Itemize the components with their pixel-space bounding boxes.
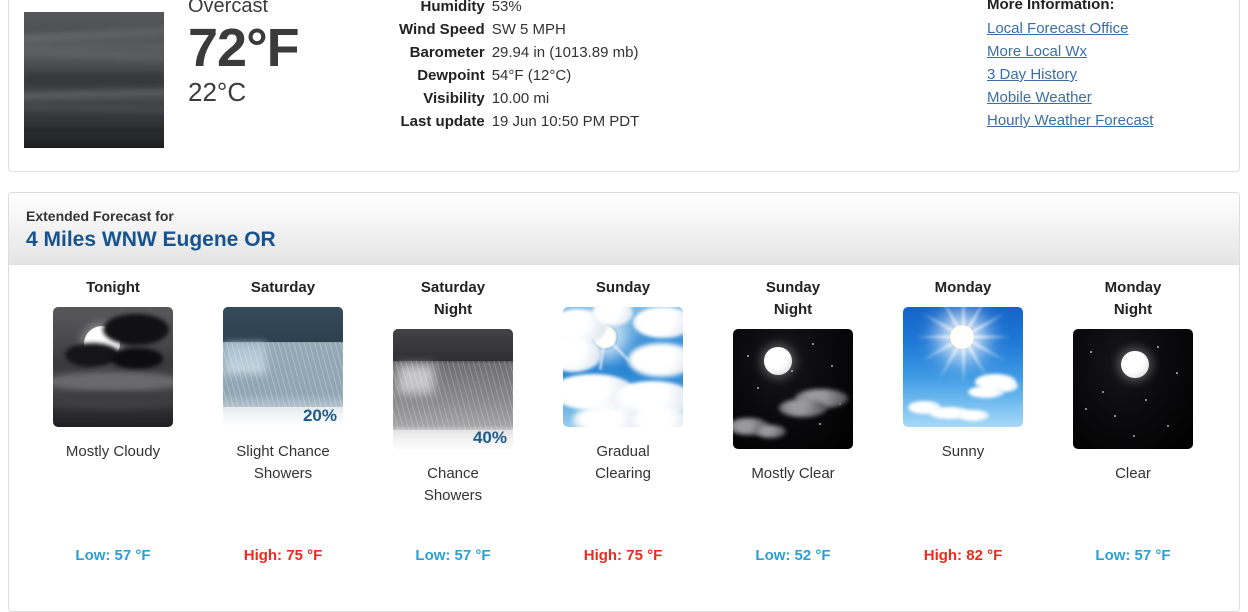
current-temperature-fahrenheit: 72°F <box>188 18 300 78</box>
night-mostly-cloudy-icon <box>53 307 173 427</box>
forecast-subtitle: Extended Forecast for <box>26 208 174 224</box>
day-name: Sunday Night <box>765 279 821 318</box>
forecast-day-sunday-night[interactable]: Sunday Night Mostly Clear Low: 52 °F <box>708 265 878 564</box>
more-information-section: More Information: Local Forecast Office … <box>987 0 1153 132</box>
day-description: Mostly Clear <box>751 465 835 482</box>
current-conditions-image <box>24 12 164 148</box>
day-temperature: Low: 52 °F <box>755 547 831 564</box>
night-clear-icon <box>1073 329 1193 449</box>
detail-value: SW 5 MPH <box>491 21 566 38</box>
detail-value: 29.94 in (1013.89 mb) <box>491 44 639 61</box>
current-conditions-details-table: Humidity 53% Wind Speed SW 5 MPH Baromet… <box>399 0 639 133</box>
detail-label: Dewpoint <box>417 67 485 84</box>
forecast-location-title: 4 Miles WNW Eugene OR <box>26 228 276 251</box>
day-description: Sunny <box>941 443 985 460</box>
detail-row-wind-speed: Wind Speed SW 5 MPH <box>399 18 639 41</box>
current-conditions-summary: Overcast 72°F 22°C <box>188 0 388 107</box>
detail-row-visibility: Visibility 10.00 mi <box>399 87 639 110</box>
night-mostly-clear-icon <box>733 329 853 449</box>
day-temperature: Low: 57 °F <box>75 547 151 564</box>
rain-showers-night-icon: 40% <box>393 329 513 449</box>
day-name: Tonight <box>86 279 140 296</box>
detail-label: Last update <box>400 113 485 130</box>
more-information-title: More Information: <box>987 0 1115 13</box>
day-temperature: High: 82 °F <box>923 547 1003 564</box>
detail-value: 53% <box>491 0 522 15</box>
current-conditions-panel: Overcast 72°F 22°C Humidity 53% Wind Spe… <box>8 0 1240 172</box>
forecast-day-saturday[interactable]: Saturday 20% Slight Chance Showers High:… <box>198 265 368 564</box>
rain-showers-day-icon: 20% <box>223 307 343 427</box>
day-description: Slight Chance Showers <box>236 443 330 482</box>
day-name: Saturday Night <box>420 279 486 318</box>
detail-label: Visibility <box>423 90 485 107</box>
detail-row-last-update: Last update 19 Jun 10:50 PM PDT <box>399 110 640 133</box>
sunny-icon <box>903 307 1023 427</box>
link-mobile-weather[interactable]: Mobile Weather <box>987 86 1153 109</box>
day-temperature: High: 75 °F <box>243 547 323 564</box>
forecast-day-monday[interactable]: Monday Sunny High: 82 °F <box>878 265 1048 564</box>
day-temperature: Low: 57 °F <box>415 547 491 564</box>
day-name: Saturday <box>250 279 316 296</box>
detail-label: Barometer <box>409 44 485 61</box>
detail-value: 10.00 mi <box>491 90 550 107</box>
detail-value: 54°F (12°C) <box>491 67 572 84</box>
precipitation-probability: 40% <box>472 427 507 447</box>
forecast-day-tonight[interactable]: Tonight Mostly Cloudy Low: 57 °F <box>28 265 198 564</box>
day-description: Clear <box>1115 465 1151 482</box>
detail-row-dewpoint: Dewpoint 54°F (12°C) <box>399 64 639 87</box>
link-3-day-history[interactable]: 3 Day History <box>987 63 1153 86</box>
day-temperature: High: 75 °F <box>583 547 663 564</box>
day-description: Gradual Clearing <box>595 443 651 482</box>
day-description: Chance Showers <box>423 465 483 504</box>
day-temperature: Low: 57 °F <box>1095 547 1171 564</box>
forecast-days-container: Tonight Mostly Cloudy Low: 57 °F Saturda… <box>9 265 1239 611</box>
link-hourly-weather-forecast[interactable]: Hourly Weather Forecast <box>987 109 1153 132</box>
forecast-day-saturday-night[interactable]: Saturday Night 40% Chance Showers Low: 5… <box>368 265 538 564</box>
detail-row-humidity: Humidity 53% <box>399 0 639 18</box>
detail-label: Humidity <box>420 0 485 15</box>
link-local-forecast-office[interactable]: Local Forecast Office <box>987 17 1153 40</box>
detail-row-barometer: Barometer 29.94 in (1013.89 mb) <box>399 41 639 64</box>
extended-forecast-panel: Extended Forecast for 4 Miles WNW Eugene… <box>8 192 1240 612</box>
detail-label: Wind Speed <box>399 21 485 38</box>
current-temperature-celsius: 22°C <box>188 77 247 107</box>
precipitation-probability: 20% <box>302 405 337 425</box>
day-name: Monday <box>934 279 992 296</box>
forecast-day-monday-night[interactable]: Monday Night Clear Low: 57 °F <box>1048 265 1218 564</box>
link-more-local-wx[interactable]: More Local Wx <box>987 40 1153 63</box>
day-name: Monday Night <box>1104 279 1162 318</box>
current-condition-text: Overcast <box>188 0 269 17</box>
day-description: Mostly Cloudy <box>65 443 161 460</box>
day-name: Sunday <box>595 279 651 296</box>
extended-forecast-header: Extended Forecast for 4 Miles WNW Eugene… <box>9 193 1239 265</box>
detail-value: 19 Jun 10:50 PM PDT <box>491 113 640 130</box>
forecast-day-sunday[interactable]: Sunday Gradual Clearing High: 75 °F <box>538 265 708 564</box>
partly-cloudy-day-icon <box>563 307 683 427</box>
